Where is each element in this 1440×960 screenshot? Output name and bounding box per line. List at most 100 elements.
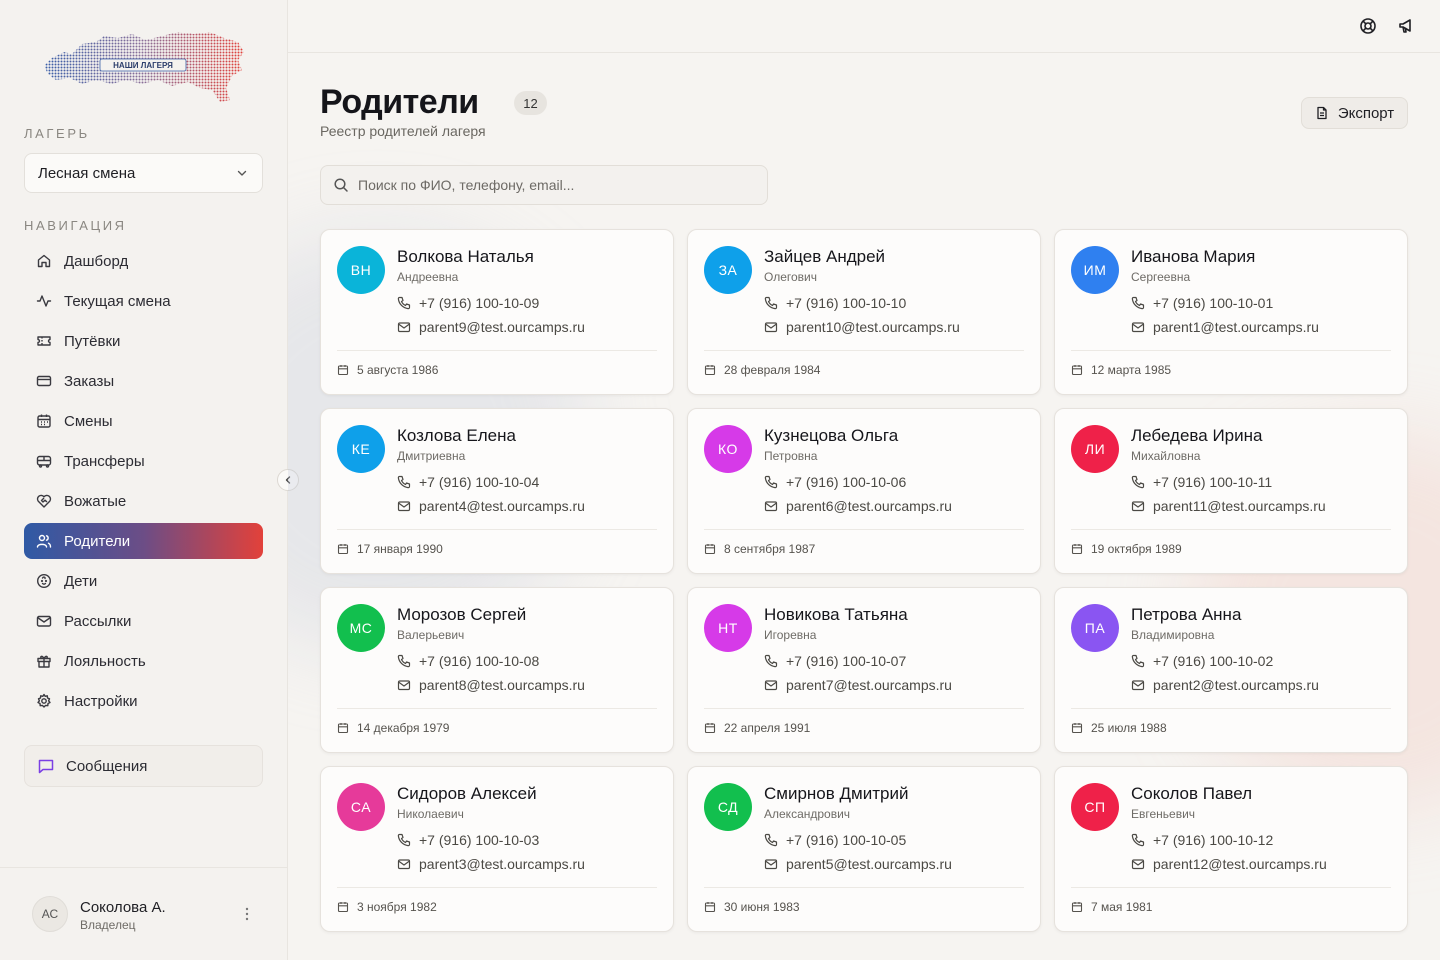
phone-icon — [1131, 833, 1145, 847]
parent-email[interactable]: parent8@test.ourcamps.ru — [397, 677, 585, 693]
phone-text: +7 (916) 100-10-12 — [1153, 832, 1274, 848]
parent-email[interactable]: parent4@test.ourcamps.ru — [397, 498, 585, 514]
parent-phone[interactable]: +7 (916) 100-10-10 — [764, 295, 906, 311]
parent-email[interactable]: parent2@test.ourcamps.ru — [1131, 677, 1319, 693]
divider — [704, 887, 1024, 888]
parent-email[interactable]: parent1@test.ourcamps.ru — [1131, 319, 1319, 335]
export-button[interactable]: Экспорт — [1301, 97, 1408, 129]
parent-card[interactable]: СП Соколов Павел Евгеньевич +7 (916) 100… — [1054, 766, 1408, 932]
megaphone-icon[interactable] — [1397, 17, 1415, 35]
parent-phone[interactable]: +7 (916) 100-10-03 — [397, 832, 539, 848]
parent-phone[interactable]: +7 (916) 100-10-06 — [764, 474, 906, 490]
sidebar-item-label: Рассылки — [64, 612, 132, 630]
avatar: ЛИ — [1071, 425, 1119, 473]
sidebar-item-mailings[interactable]: Рассылки — [24, 603, 263, 639]
avatar[interactable]: АС — [32, 896, 68, 932]
parent-patronymic: Валерьевич — [397, 628, 465, 642]
sidebar-item-children[interactable]: Дети — [24, 563, 263, 599]
parent-name: Соколов Павел — [1131, 784, 1253, 803]
parent-phone[interactable]: +7 (916) 100-10-07 — [764, 653, 906, 669]
parent-phone[interactable]: +7 (916) 100-10-01 — [1131, 295, 1273, 311]
logo[interactable]: НАШИ ЛАГЕРЯ — [42, 30, 247, 104]
phone-icon — [764, 654, 778, 668]
parent-email[interactable]: parent6@test.ourcamps.ru — [764, 498, 952, 514]
parent-card[interactable]: НТ Новикова Татьяна Игоревна +7 (916) 10… — [687, 587, 1041, 753]
parent-email[interactable]: parent5@test.ourcamps.ru — [764, 856, 952, 872]
sidebar-item-label: Родители — [64, 532, 131, 550]
calendar-icon — [337, 723, 349, 734]
more-vertical-icon[interactable] — [240, 906, 254, 922]
parent-patronymic: Михайловна — [1131, 449, 1201, 463]
sidebar-item-label: Заказы — [64, 372, 115, 390]
parent-phone[interactable]: +7 (916) 100-10-04 — [397, 474, 539, 490]
email-text: parent2@test.ourcamps.ru — [1153, 677, 1319, 693]
parent-name: Морозов Сергей — [397, 605, 527, 624]
parent-card[interactable]: КО Кузнецова Ольга Петровна +7 (916) 100… — [687, 408, 1041, 574]
parent-email[interactable]: parent7@test.ourcamps.ru — [764, 677, 952, 693]
messages-button[interactable]: Сообщения — [24, 745, 263, 787]
email-text: parent3@test.ourcamps.ru — [419, 856, 585, 872]
mail-icon — [397, 680, 411, 691]
phone-icon — [397, 475, 411, 489]
parent-name: Смирнов Дмитрий — [764, 784, 909, 803]
parent-card[interactable]: ПА Петрова Анна Владимировна +7 (916) 10… — [1054, 587, 1408, 753]
parent-phone[interactable]: +7 (916) 100-10-02 — [1131, 653, 1273, 669]
parent-patronymic: Николаевич — [397, 807, 464, 821]
parent-phone[interactable]: +7 (916) 100-10-12 — [1131, 832, 1273, 848]
sidebar-item-counselors[interactable]: Вожатые — [24, 483, 263, 519]
chevron-down-icon — [237, 170, 247, 176]
sidebar-item-shifts[interactable]: Смены — [24, 403, 263, 439]
file-spreadsheet-icon — [1317, 106, 1327, 120]
sidebar-item-dashboard[interactable]: Дашборд — [24, 243, 263, 279]
parent-card[interactable]: ЗА Зайцев Андрей Олегович +7 (916) 100-1… — [687, 229, 1041, 395]
parent-card[interactable]: ЛИ Лебедева Ирина Михайловна +7 (916) 10… — [1054, 408, 1408, 574]
parent-card[interactable]: КЕ Козлова Елена Дмитриевна +7 (916) 100… — [320, 408, 674, 574]
sidebar-item-label: Настройки — [64, 692, 138, 710]
mail-icon — [764, 322, 778, 333]
divider — [1071, 708, 1391, 709]
sidebar-item-label: Дашборд — [64, 252, 129, 270]
parent-phone[interactable]: +7 (916) 100-10-11 — [1131, 474, 1272, 490]
parent-card[interactable]: СД Смирнов Дмитрий Александрович +7 (916… — [687, 766, 1041, 932]
parent-phone[interactable]: +7 (916) 100-10-09 — [397, 295, 539, 311]
parent-card[interactable]: ВН Волкова Наталья Андреевна +7 (916) 10… — [320, 229, 674, 395]
phone-icon — [764, 475, 778, 489]
sidebar-item-loyalty[interactable]: Лояльность — [24, 643, 263, 679]
parent-patronymic: Петровна — [764, 449, 818, 463]
search-box — [320, 165, 768, 205]
parent-patronymic: Олегович — [764, 270, 817, 284]
calendar-icon — [337, 544, 349, 555]
birthdate-text: 19 октября 1989 — [1091, 542, 1182, 556]
sidebar-item-orders[interactable]: Заказы — [24, 363, 263, 399]
sidebar: НАШИ ЛАГЕРЯ ЛАГЕРЬ Лесная смена НАВИГАЦИ… — [0, 0, 288, 960]
help-circle-icon[interactable] — [1359, 17, 1377, 35]
sidebar-item-transfers[interactable]: Трансферы — [24, 443, 263, 479]
mail-icon — [764, 501, 778, 512]
search-input[interactable] — [358, 177, 758, 193]
birthdate-text: 8 сентября 1987 — [724, 542, 816, 556]
mail-icon — [1131, 322, 1145, 333]
mail-icon — [397, 322, 411, 333]
calendar-icon — [1071, 365, 1083, 376]
parent-email[interactable]: parent3@test.ourcamps.ru — [397, 856, 585, 872]
sidebar-item-tickets[interactable]: Путёвки — [24, 323, 263, 359]
parent-card[interactable]: ИМ Иванова Мария Сергеевна +7 (916) 100-… — [1054, 229, 1408, 395]
sidebar-item-parents[interactable]: Родители — [24, 523, 263, 559]
camp-select[interactable]: Лесная смена — [24, 153, 263, 193]
parent-email[interactable]: parent9@test.ourcamps.ru — [397, 319, 585, 335]
parent-card[interactable]: МС Морозов Сергей Валерьевич +7 (916) 10… — [320, 587, 674, 753]
parent-email[interactable]: parent12@test.ourcamps.ru — [1131, 856, 1327, 872]
parent-phone[interactable]: +7 (916) 100-10-08 — [397, 653, 539, 669]
sidebar-item-current-shift[interactable]: Текущая смена — [24, 283, 263, 319]
sidebar-item-settings[interactable]: Настройки — [24, 683, 263, 719]
camp-section-label: ЛАГЕРЬ — [24, 126, 90, 141]
parent-phone[interactable]: +7 (916) 100-10-05 — [764, 832, 906, 848]
phone-icon — [397, 654, 411, 668]
calendar-icon — [704, 723, 716, 734]
parent-email[interactable]: parent10@test.ourcamps.ru — [764, 319, 960, 335]
parent-email[interactable]: parent11@test.ourcamps.ru — [1131, 498, 1326, 514]
mail-icon — [1131, 680, 1145, 691]
parent-card[interactable]: СА Сидоров Алексей Николаевич +7 (916) 1… — [320, 766, 674, 932]
credit-card-icon — [36, 375, 52, 387]
sidebar-nav: Дашборд Текущая смена Путёвки Заказы Сме… — [24, 243, 263, 723]
